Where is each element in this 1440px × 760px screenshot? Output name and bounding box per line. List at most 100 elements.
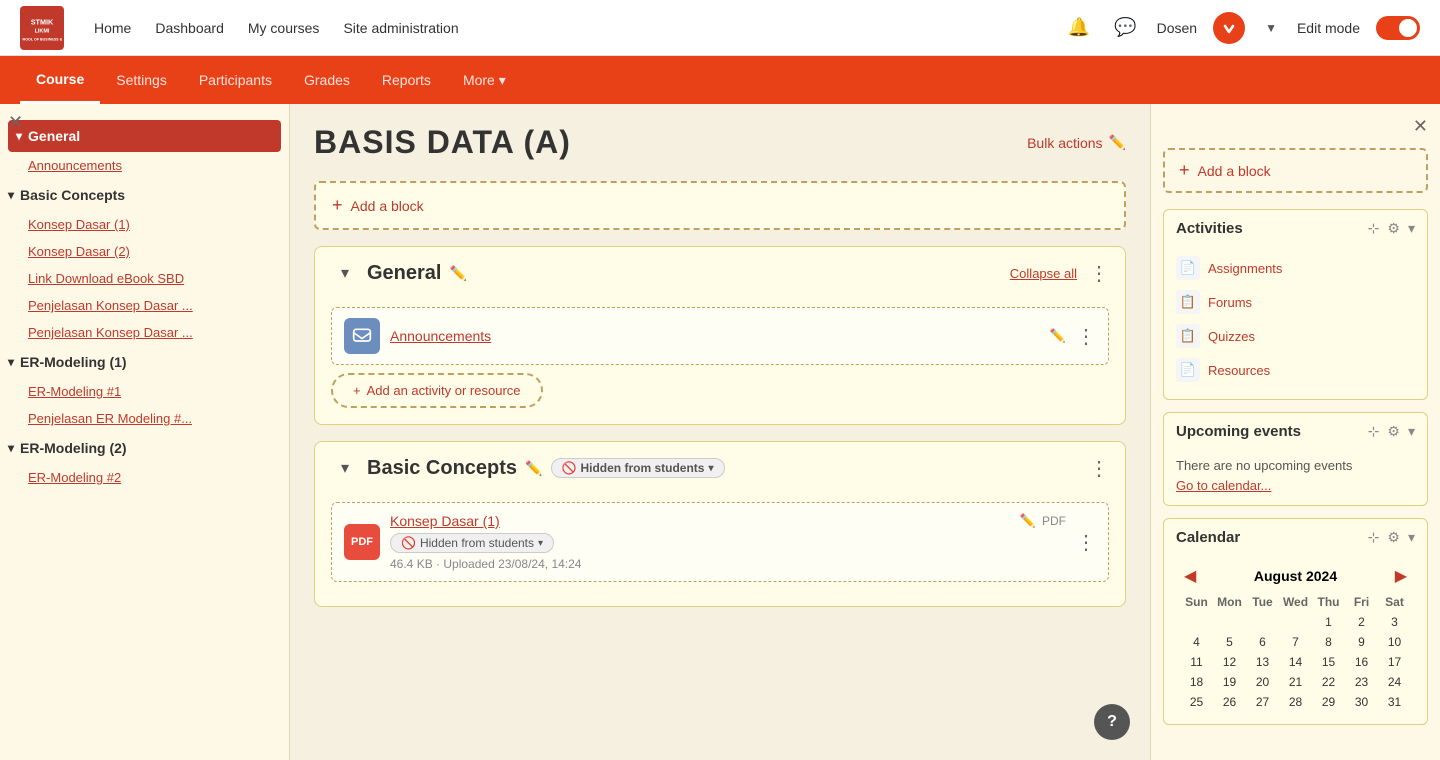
calendar-day[interactable]: 2 (1345, 612, 1378, 632)
sidebar-item-announcements[interactable]: Announcements (0, 152, 289, 179)
calendar-day[interactable]: 26 (1213, 692, 1246, 712)
sidebar-close-button[interactable]: ✕ (8, 112, 23, 133)
sidebar-item-konsep-dasar-2[interactable]: Konsep Dasar (2) (0, 238, 289, 265)
calendar-day[interactable]: 20 (1246, 672, 1279, 692)
calendar-day[interactable]: 25 (1180, 692, 1213, 712)
go-to-calendar-link[interactable]: Go to calendar... (1176, 478, 1271, 493)
chevron-down-icon[interactable]: ▼ (1261, 17, 1281, 39)
add-activity-button[interactable]: + Add an activity or resource (331, 373, 543, 408)
calendar-day[interactable]: 10 (1378, 632, 1411, 652)
general-collapse-button[interactable]: ▾ (331, 259, 359, 287)
edit-mode-toggle[interactable] (1376, 16, 1420, 40)
calendar-settings-icon[interactable]: ⚙ (1387, 529, 1400, 546)
activities-chevron-up-icon[interactable]: ▾ (1408, 220, 1415, 237)
sidebar-section-basic-concepts[interactable]: ▾ Basic Concepts (0, 179, 289, 211)
calendar-day[interactable]: 17 (1378, 652, 1411, 672)
user-avatar[interactable] (1213, 12, 1245, 44)
sidebar-item-er-modeling-1[interactable]: ER-Modeling #1 (0, 378, 289, 405)
notification-bell-icon[interactable]: 🔔 (1064, 13, 1094, 42)
calendar-day[interactable]: 22 (1312, 672, 1345, 692)
calendar-day[interactable]: 3 (1378, 612, 1411, 632)
general-section-menu-button[interactable]: ⋮ (1089, 261, 1109, 286)
announcements-name[interactable]: Announcements (390, 328, 1044, 344)
sidebar-item-penjelasan-er[interactable]: Penjelasan ER Modeling #... (0, 405, 289, 432)
basic-concepts-menu-button[interactable]: ⋮ (1089, 456, 1109, 481)
calendar-drag-icon[interactable]: ⊹ (1368, 529, 1380, 546)
calendar-day[interactable]: 13 (1246, 652, 1279, 672)
nav-dashboard[interactable]: Dashboard (155, 20, 224, 36)
calendar-day[interactable]: 4 (1180, 632, 1213, 652)
nav-my-courses[interactable]: My courses (248, 20, 320, 36)
calendar-day[interactable]: 6 (1246, 632, 1279, 652)
hidden-from-students-badge[interactable]: 🚫 Hidden from students ▾ (551, 458, 725, 478)
calendar-chevron-icon[interactable]: ▾ (1408, 529, 1415, 546)
nav-home[interactable]: Home (94, 20, 131, 36)
konsep-dasar-1-menu-button[interactable]: ⋮ (1076, 530, 1096, 555)
user-name[interactable]: Dosen (1157, 20, 1197, 36)
sidebar-item-link-download[interactable]: Link Download eBook SBD (0, 265, 289, 292)
chat-icon[interactable]: 💬 (1110, 13, 1140, 42)
tab-grades[interactable]: Grades (288, 56, 366, 104)
tab-course[interactable]: Course (20, 56, 100, 104)
activities-settings-icon[interactable]: ⚙ (1387, 220, 1400, 237)
calendar-day[interactable]: 24 (1378, 672, 1411, 692)
announcements-edit-icon[interactable]: ✏️ (1050, 328, 1066, 344)
sidebar-item-penjelasan-1[interactable]: Penjelasan Konsep Dasar ... (0, 292, 289, 319)
calendar-day[interactable]: 16 (1345, 652, 1378, 672)
calendar-day[interactable]: 5 (1213, 632, 1246, 652)
sidebar-item-penjelasan-2[interactable]: Penjelasan Konsep Dasar ... (0, 319, 289, 346)
tab-participants[interactable]: Participants (183, 56, 288, 104)
sidebar-section-er-modeling-1[interactable]: ▾ ER-Modeling (1) (0, 346, 289, 378)
calendar-day[interactable]: 7 (1279, 632, 1312, 652)
sidebar-item-er-modeling-2[interactable]: ER-Modeling #2 (0, 464, 289, 491)
upcoming-settings-icon[interactable]: ⚙ (1387, 423, 1400, 440)
bulk-actions-button[interactable]: Bulk actions ✏️ (1027, 134, 1126, 151)
calendar-day[interactable]: 1 (1312, 612, 1345, 632)
sidebar-section-er-modeling-1-label: ER-Modeling (1) (20, 354, 127, 370)
add-block-panel[interactable]: + Add a block (1163, 148, 1428, 193)
calendar-day[interactable]: 30 (1345, 692, 1378, 712)
activities-quizzes-link[interactable]: 📋 Quizzes (1176, 319, 1415, 353)
calendar-day[interactable]: 19 (1213, 672, 1246, 692)
calendar-day[interactable]: 9 (1345, 632, 1378, 652)
calendar-day[interactable]: 11 (1180, 652, 1213, 672)
calendar-day[interactable]: 14 (1279, 652, 1312, 672)
calendar-widget-title: Calendar (1176, 529, 1360, 546)
calendar-day[interactable]: 8 (1312, 632, 1345, 652)
calendar-day[interactable]: 29 (1312, 692, 1345, 712)
calendar-prev-button[interactable]: ◀ (1184, 566, 1196, 586)
basic-concepts-collapse-button[interactable]: ▾ (331, 454, 359, 482)
right-panel-close-button[interactable]: ✕ (1413, 116, 1428, 137)
calendar-day[interactable]: 21 (1279, 672, 1312, 692)
help-button[interactable]: ? (1094, 704, 1130, 740)
calendar-day[interactable]: 28 (1279, 692, 1312, 712)
konsep-dasar-hidden-badge[interactable]: 🚫 Hidden from students ▾ (390, 533, 554, 553)
activities-forums-link[interactable]: 📋 Forums (1176, 285, 1415, 319)
upcoming-drag-icon[interactable]: ⊹ (1368, 423, 1380, 440)
konsep-dasar-1-name[interactable]: Konsep Dasar (1) (390, 513, 1014, 529)
tab-settings[interactable]: Settings (100, 56, 183, 104)
sidebar-section-er-modeling-2[interactable]: ▾ ER-Modeling (2) (0, 432, 289, 464)
add-block-bar[interactable]: + Add a block (314, 181, 1126, 230)
activities-drag-icon[interactable]: ⊹ (1368, 220, 1380, 237)
calendar-day[interactable]: 27 (1246, 692, 1279, 712)
calendar-day[interactable]: 23 (1345, 672, 1378, 692)
edit-pencil-icon[interactable]: ✏️ (525, 460, 542, 477)
calendar-day[interactable]: 12 (1213, 652, 1246, 672)
edit-pencil-icon[interactable]: ✏️ (1020, 513, 1036, 529)
upcoming-chevron-icon[interactable]: ▾ (1408, 423, 1415, 440)
edit-pencil-icon[interactable]: ✏️ (449, 265, 466, 282)
calendar-day[interactable]: 18 (1180, 672, 1213, 692)
collapse-all-button[interactable]: Collapse all (1010, 266, 1077, 281)
tab-reports[interactable]: Reports (366, 56, 447, 104)
activities-assignments-link[interactable]: 📄 Assignments (1176, 251, 1415, 285)
announcements-menu-button[interactable]: ⋮ (1076, 324, 1096, 349)
sidebar-section-general[interactable]: ▾ General (8, 120, 281, 152)
nav-site-administration[interactable]: Site administration (343, 20, 458, 36)
calendar-day[interactable]: 15 (1312, 652, 1345, 672)
calendar-day[interactable]: 31 (1378, 692, 1411, 712)
calendar-next-button[interactable]: ▶ (1395, 566, 1407, 586)
activities-resources-link[interactable]: 📄 Resources (1176, 353, 1415, 387)
tab-more[interactable]: More ▾ (447, 56, 522, 104)
sidebar-item-konsep-dasar-1[interactable]: Konsep Dasar (1) (0, 211, 289, 238)
